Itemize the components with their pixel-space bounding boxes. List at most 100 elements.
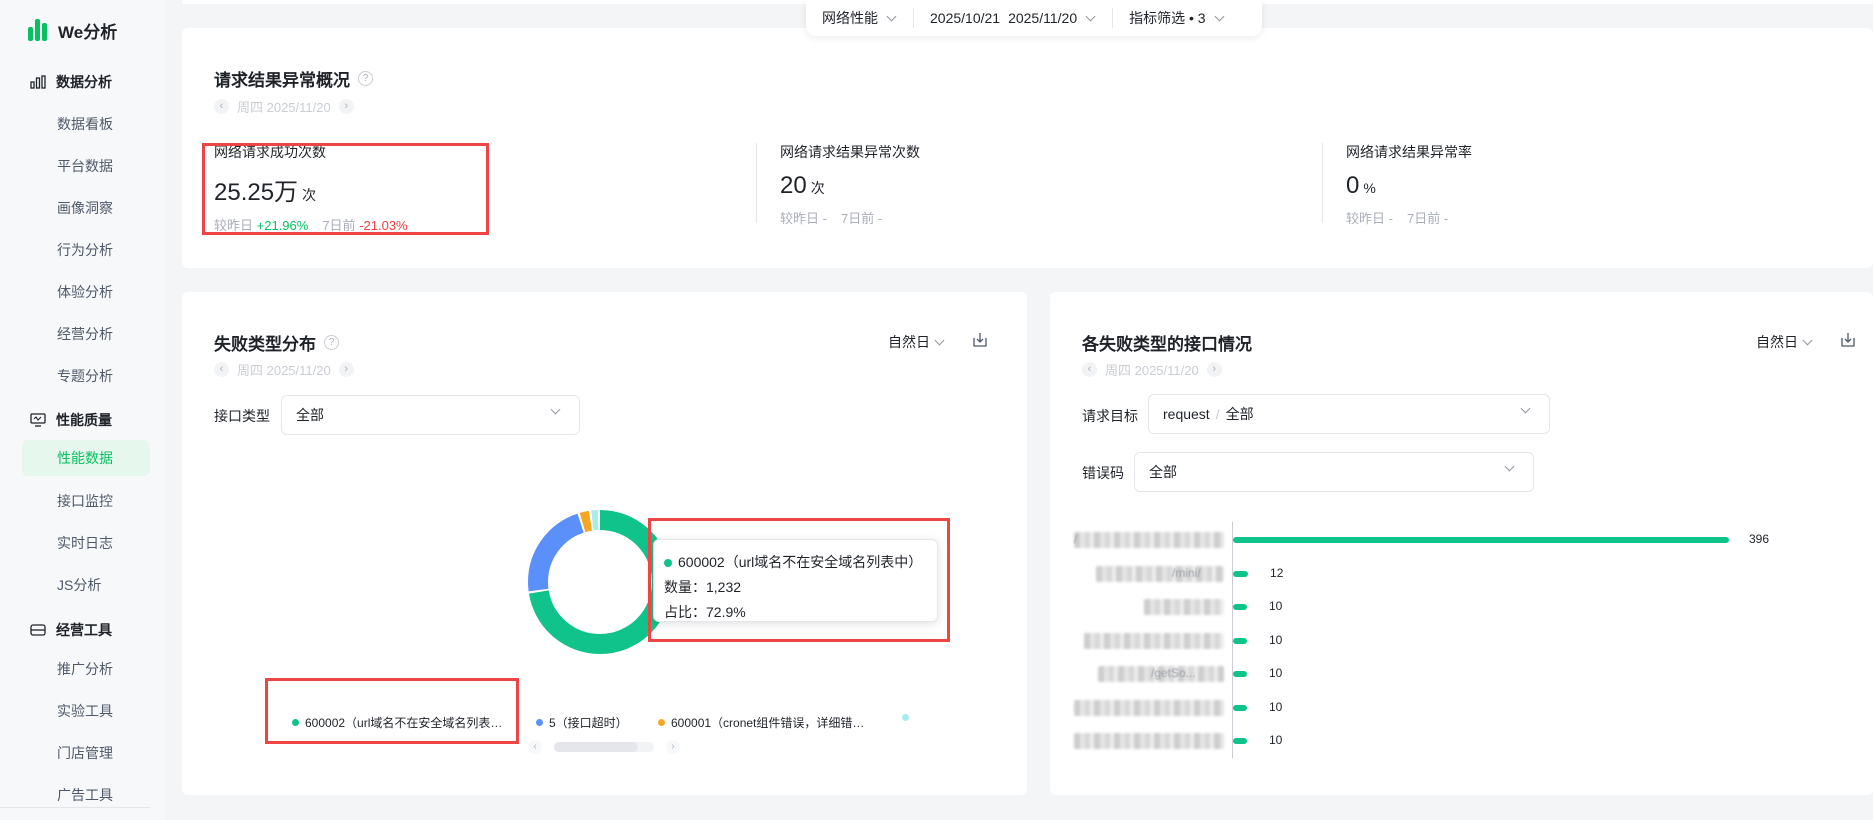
period-dropdown[interactable]: 自然日	[888, 332, 945, 352]
metric-label: 网络请求成功次数	[214, 144, 326, 160]
metric-divider	[756, 143, 757, 223]
sidebar-item-js-analysis[interactable]: JS分析	[22, 567, 150, 603]
sidebar-item-store[interactable]: 门店管理	[22, 735, 150, 771]
bar-label-redacted	[1096, 565, 1224, 582]
legend-dot	[292, 719, 299, 726]
sidebar-item-promotion[interactable]: 推广分析	[22, 651, 150, 687]
bar-label-hint: /	[1074, 532, 1078, 546]
legend-dot	[658, 719, 665, 726]
period-value: 自然日	[888, 334, 930, 350]
sidebar-item-realtime-log[interactable]: 实时日志	[22, 525, 150, 561]
toolbox-icon	[30, 624, 46, 636]
date-start: 2025/10/21	[930, 10, 1001, 26]
bar[interactable]	[1233, 704, 1247, 711]
distribution-date-nav: ‹ 周四 2025/11/20 ›	[214, 360, 354, 379]
date-range-picker[interactable]: 2025/10/21 2025/11/20	[914, 8, 1114, 28]
period-value: 自然日	[1756, 334, 1798, 350]
metric-value: 25.25万次	[214, 179, 317, 206]
legend-label: 600002（url域名不在安全域名列表…	[305, 716, 503, 730]
metric-value: 20 次	[780, 172, 825, 199]
sidebar-item-portrait[interactable]: 画像洞察	[22, 190, 150, 226]
distribution-date: 周四 2025/11/20	[237, 363, 331, 378]
series-dot	[664, 558, 672, 567]
metric-label: 网络请求结果异常率	[1346, 144, 1472, 160]
legend-scroll-thumb[interactable]	[554, 742, 638, 752]
bar[interactable]	[1233, 671, 1247, 677]
help-icon[interactable]: ?	[358, 71, 373, 86]
bar-label-redacted	[1144, 599, 1224, 615]
nav-group-data-analysis[interactable]: 数据分析	[30, 72, 112, 92]
bar-chart-icon	[30, 75, 46, 89]
chevron-down-icon	[934, 335, 945, 345]
category-dropdown[interactable]: 网络性能	[806, 8, 914, 28]
metric-filter-dropdown[interactable]: 指标筛选 • 3	[1113, 8, 1240, 28]
chevron-down-icon	[1214, 11, 1225, 21]
legend-item-600001[interactable]: 600001（cronet组件错误，详细错…	[658, 714, 864, 731]
request-target-select[interactable]: request / 全部	[1148, 394, 1550, 434]
sidebar: We分析 数据分析 数据看板 平台数据 画像洞察 行为分析 体验分析 经营分析 …	[0, 0, 166, 820]
legend-item-600002[interactable]: 600002（url域名不在安全域名列表…	[292, 714, 502, 731]
prev-date-icon[interactable]: ‹	[214, 99, 229, 114]
interface-date: 周四 2025/11/20	[1105, 363, 1199, 378]
nav-group-tools[interactable]: 经营工具	[30, 620, 112, 640]
metric-compare: 较昨日 - 7日前 -	[1346, 211, 1449, 226]
legend-dot	[536, 719, 543, 726]
sidebar-item-dashboard[interactable]: 数据看板	[22, 106, 150, 142]
app-logo[interactable]: We分析	[28, 18, 117, 43]
chevron-down-icon	[1504, 461, 1515, 472]
download-icon[interactable]	[1840, 332, 1856, 348]
legend-next-icon[interactable]: ›	[666, 740, 680, 754]
sidebar-item-business[interactable]: 经营分析	[22, 316, 150, 352]
error-code-select[interactable]: 全部	[1134, 452, 1534, 492]
sidebar-item-api-monitor[interactable]: 接口监控	[22, 483, 150, 519]
bar-value: 10	[1269, 733, 1283, 747]
interface-type-select[interactable]: 全部	[281, 395, 580, 435]
bar[interactable]	[1233, 738, 1247, 744]
prev-date-icon[interactable]: ‹	[214, 362, 229, 377]
chevron-down-icon	[550, 404, 561, 415]
target-value-b: 全部	[1225, 406, 1254, 422]
next-date-icon[interactable]: ›	[338, 362, 354, 377]
prev-date-icon[interactable]: ‹	[1082, 362, 1097, 377]
nav-group-label: 数据分析	[56, 74, 112, 90]
metric-divider	[1322, 143, 1323, 223]
bar-label-redacted	[1084, 632, 1224, 649]
tooltip-series: 600002（url域名不在安全域名列表中）	[664, 550, 927, 575]
date-end: 2025/11/20	[1008, 10, 1078, 26]
error-code-label: 错误码	[1082, 465, 1124, 481]
period-dropdown[interactable]: 自然日	[1756, 332, 1813, 352]
metric-label: 网络请求结果异常次数	[780, 144, 920, 160]
overview-date-nav: ‹ 周四 2025/11/20 ›	[214, 97, 354, 116]
download-icon[interactable]	[972, 332, 988, 348]
sidebar-item-behavior[interactable]: 行为分析	[22, 232, 150, 268]
next-date-icon[interactable]: ›	[1206, 362, 1222, 377]
nav-group-performance[interactable]: 性能质量	[30, 410, 112, 430]
error-code-value: 全部	[1149, 464, 1177, 480]
metric-error-rate: 网络请求结果异常率 0% 较昨日 - 7日前 -	[1346, 142, 1472, 227]
metric-compare: 较昨日 +21.96% 7日前 -21.03%	[214, 218, 408, 233]
global-filter-bar: 网络性能 2025/10/21 2025/11/20 指标筛选 • 3	[806, 0, 1262, 36]
chevron-down-icon	[1085, 11, 1096, 21]
interface-title-text: 各失败类型的接口情况	[1082, 335, 1252, 354]
bar-value: 10	[1269, 699, 1283, 714]
bar-value: 12	[1270, 565, 1284, 580]
next-date-icon[interactable]: ›	[338, 99, 354, 114]
bar[interactable]	[1233, 637, 1247, 644]
legend-item-5[interactable]: 5（接口超时）	[536, 714, 628, 731]
distribution-title: 失败类型分布 ?	[214, 330, 339, 355]
sidebar-item-experiment[interactable]: 实验工具	[22, 693, 150, 729]
request-target-label: 请求目标	[1082, 408, 1138, 424]
sidebar-item-experience[interactable]: 体验分析	[22, 274, 150, 310]
bar-value: 10	[1269, 666, 1283, 680]
legend-item-other[interactable]	[902, 714, 915, 721]
bar[interactable]	[1233, 537, 1729, 543]
sidebar-item-platform-data[interactable]: 平台数据	[22, 148, 150, 184]
legend-prev-icon[interactable]: ‹	[528, 740, 542, 754]
bar-label-hint: /mini/	[1172, 565, 1201, 580]
sidebar-item-topic[interactable]: 专题分析	[22, 358, 150, 394]
sidebar-item-performance-data[interactable]: 性能数据	[22, 440, 150, 476]
metric-value: 0%	[1346, 172, 1376, 199]
bar[interactable]	[1233, 570, 1249, 577]
bar[interactable]	[1233, 604, 1247, 610]
help-icon[interactable]: ?	[324, 335, 339, 350]
